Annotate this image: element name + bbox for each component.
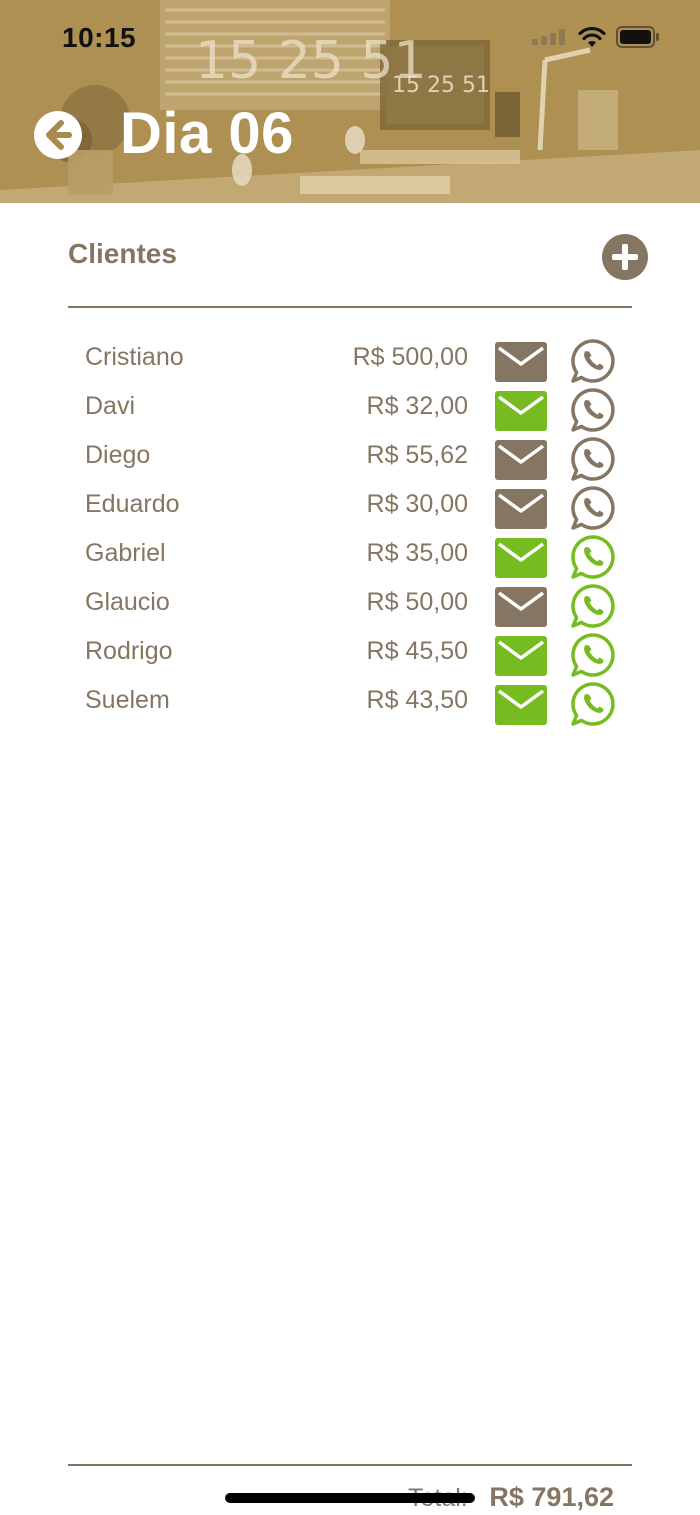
whatsapp-icon[interactable] [570, 583, 616, 629]
status-icons [532, 26, 660, 48]
client-amount: R$ 30,00 [366, 490, 468, 518]
clients-section-header: Clientes [68, 230, 650, 282]
status-time: 10:15 [62, 22, 137, 53]
client-row[interactable]: Gabriel R$ 35,00 [0, 530, 700, 579]
back-arrow-icon[interactable] [33, 110, 83, 160]
client-name: Rodrigo [85, 637, 173, 665]
client-name: Eduardo [85, 490, 180, 518]
client-amount: R$ 500,00 [352, 343, 468, 371]
page-title: Dia 06 [120, 101, 294, 166]
whatsapp-icon[interactable] [570, 338, 616, 384]
wifi-icon [578, 26, 606, 47]
client-name: Davi [85, 392, 136, 420]
client-name: Glaucio [85, 588, 170, 616]
whatsapp-icon[interactable] [570, 534, 616, 580]
battery-icon [616, 26, 659, 48]
client-amount: R$ 50,00 [366, 588, 468, 616]
email-icon[interactable] [495, 391, 547, 431]
client-name: Suelem [85, 686, 170, 714]
client-row[interactable]: Eduardo R$ 30,00 [0, 481, 700, 530]
whatsapp-icon[interactable] [570, 436, 616, 482]
home-indicator [225, 1493, 475, 1503]
email-icon[interactable] [495, 636, 547, 676]
email-icon[interactable] [495, 342, 547, 382]
client-row[interactable]: Glaucio R$ 50,00 [0, 579, 700, 628]
email-icon[interactable] [495, 538, 547, 578]
client-amount: R$ 35,00 [366, 539, 468, 567]
header: 15 25 51 15 25 51 10:15 Dia 06 [0, 0, 700, 203]
add-client-plus-icon[interactable] [601, 233, 649, 281]
email-icon[interactable] [495, 587, 547, 627]
whatsapp-icon[interactable] [570, 387, 616, 433]
client-name: Diego [85, 441, 151, 469]
divider [68, 306, 632, 308]
client-amount: R$ 43,50 [366, 686, 468, 714]
client-amount: R$ 55,62 [366, 441, 468, 469]
cellular-signal-icon [532, 29, 565, 45]
email-icon[interactable] [495, 440, 547, 480]
whatsapp-icon[interactable] [570, 632, 616, 678]
divider [68, 1464, 632, 1466]
client-list: Cristiano R$ 500,00 Davi R$ 32,00 Diego … [0, 334, 700, 726]
client-name: Cristiano [85, 343, 184, 371]
client-row[interactable]: Diego R$ 55,62 [0, 432, 700, 481]
status-bar: 10:15 [0, 0, 700, 80]
whatsapp-icon[interactable] [570, 681, 616, 727]
client-row[interactable]: Suelem R$ 43,50 [0, 677, 700, 726]
nav-bar: Dia 06 [0, 96, 700, 176]
total-value: R$ 791,62 [489, 1482, 614, 1512]
client-amount: R$ 45,50 [366, 637, 468, 665]
email-icon[interactable] [495, 685, 547, 725]
client-amount: R$ 32,00 [366, 392, 468, 420]
whatsapp-icon[interactable] [570, 485, 616, 531]
email-icon[interactable] [495, 489, 547, 529]
client-row[interactable]: Davi R$ 32,00 [0, 383, 700, 432]
client-row[interactable]: Cristiano R$ 500,00 [0, 334, 700, 383]
client-row[interactable]: Rodrigo R$ 45,50 [0, 628, 700, 677]
client-name: Gabriel [85, 539, 166, 567]
section-title: Clientes [68, 238, 177, 269]
